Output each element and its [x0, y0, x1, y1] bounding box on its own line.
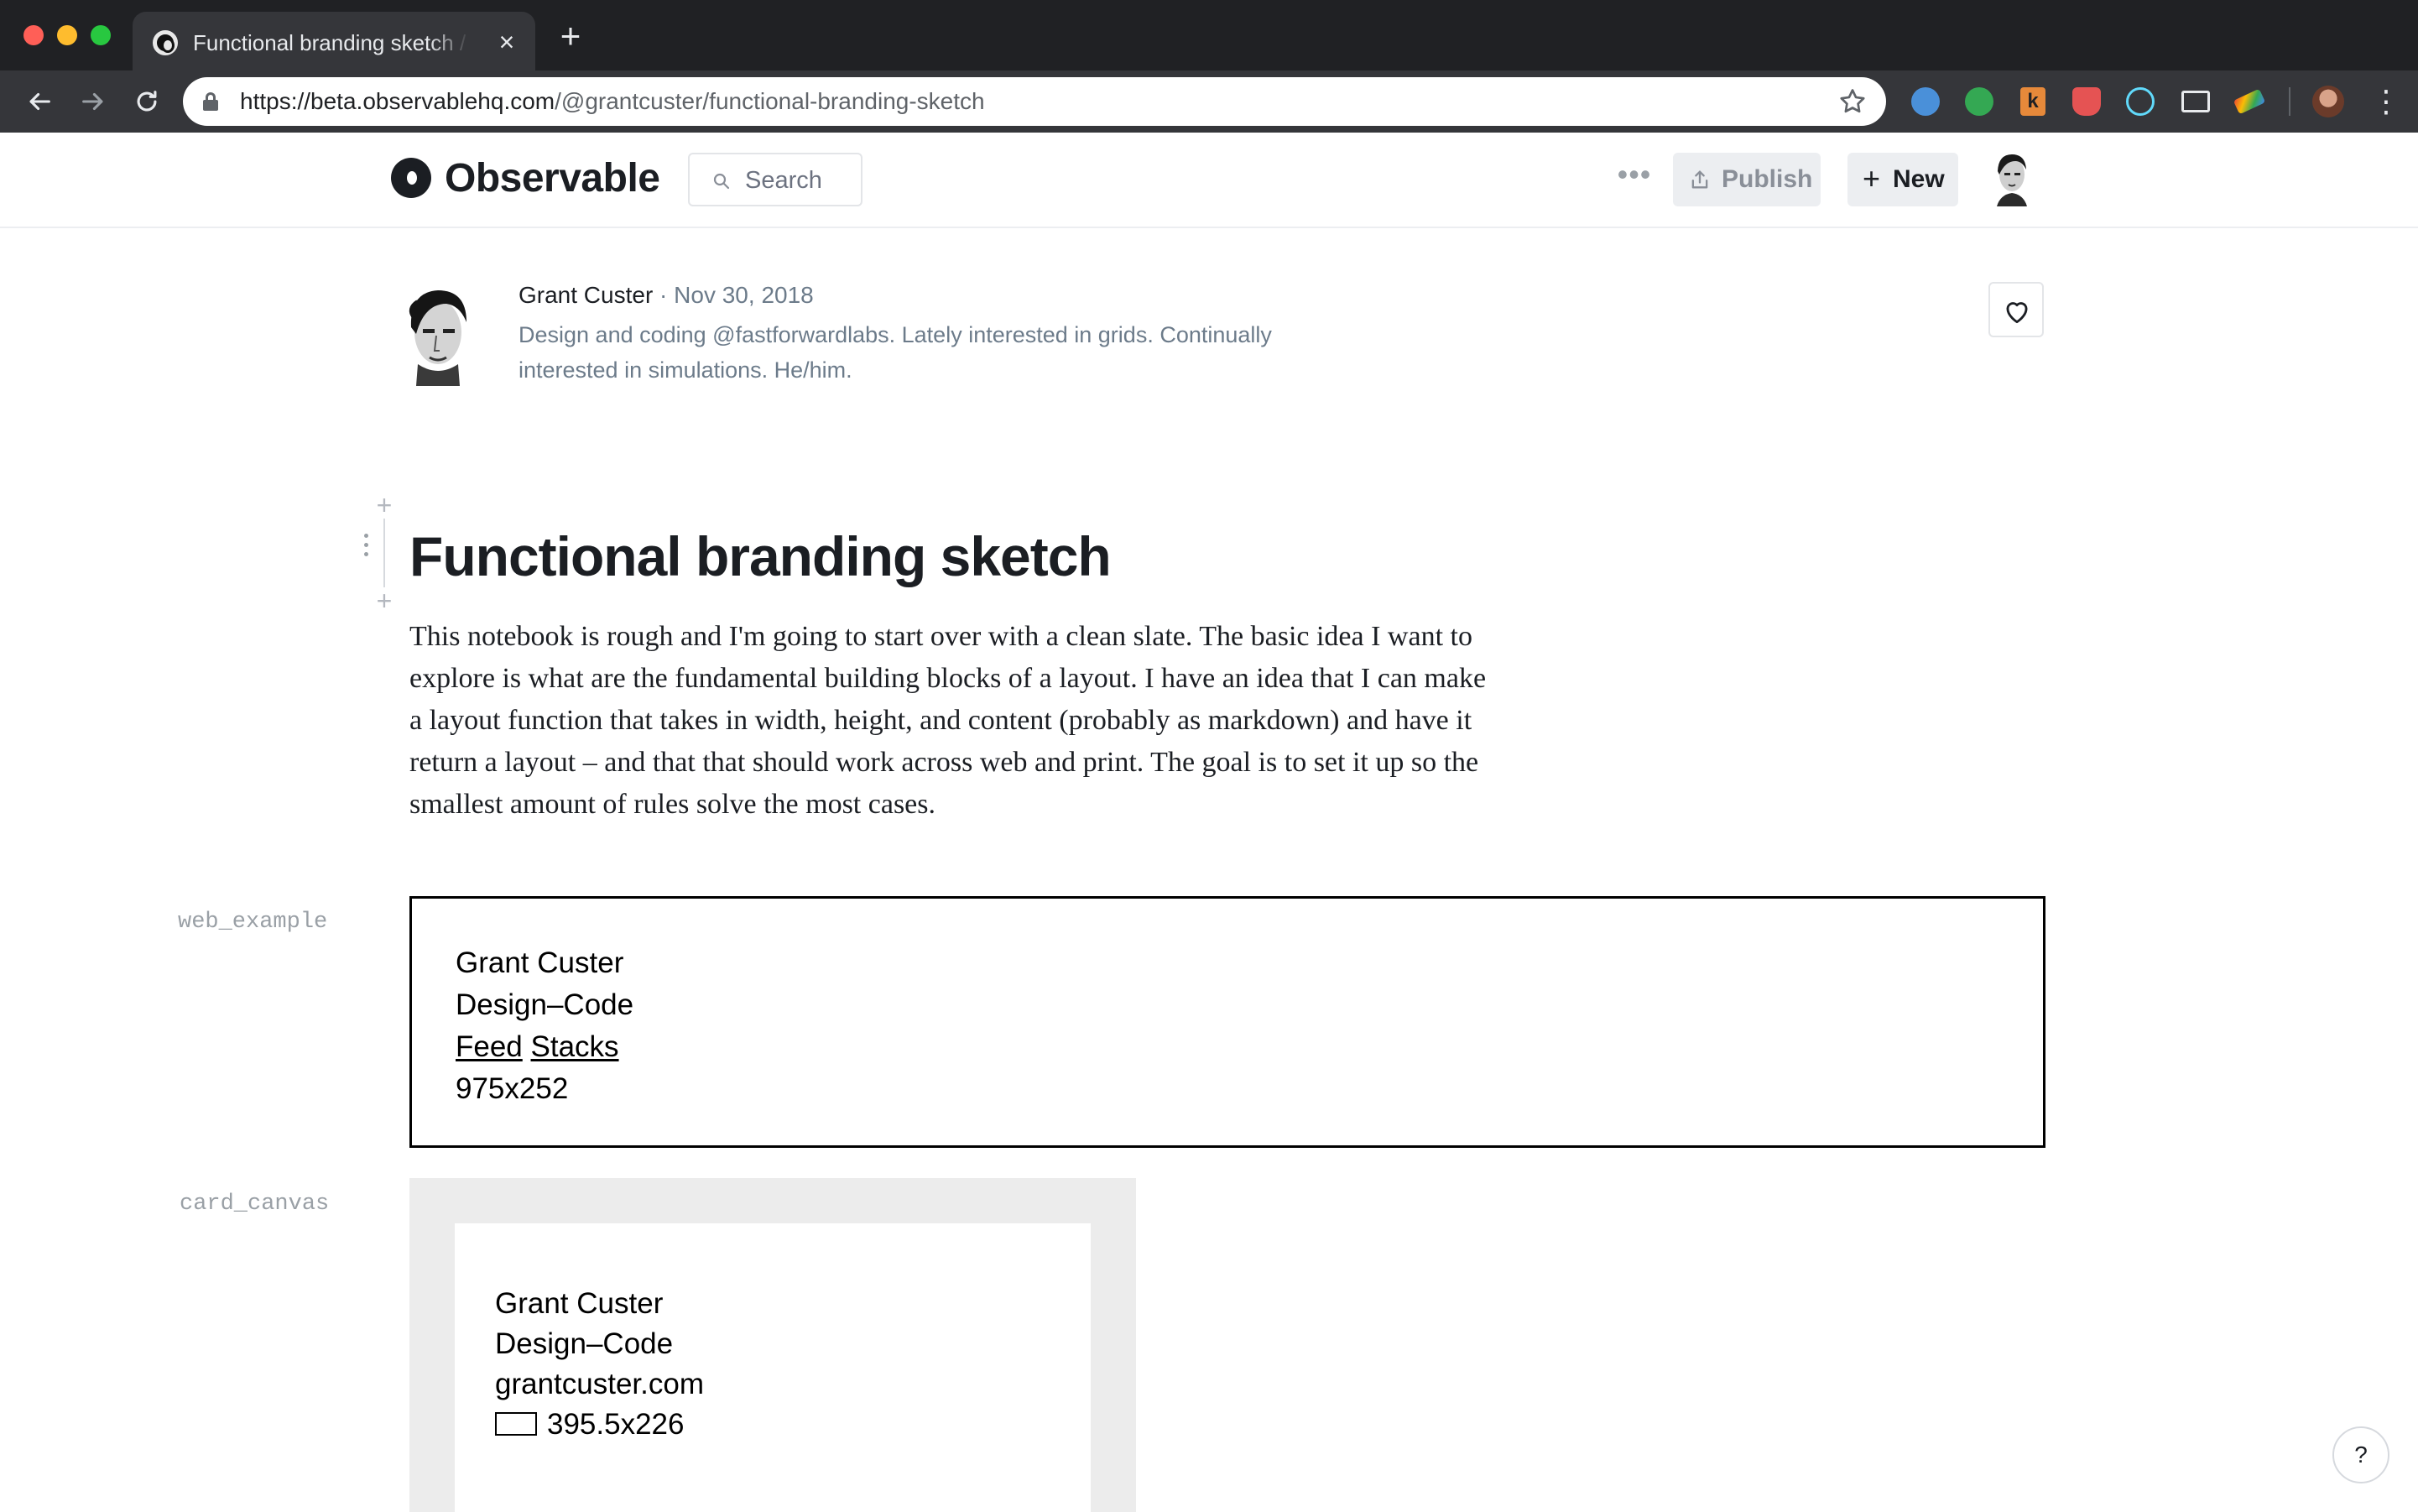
new-label: New — [1893, 165, 1945, 193]
user-avatar[interactable] — [1992, 149, 2032, 206]
observable-favicon-icon — [153, 30, 178, 55]
browser-menu-icon[interactable]: ⋮ — [2371, 86, 2401, 119]
help-button[interactable]: ? — [2332, 1426, 2389, 1483]
like-button[interactable] — [1988, 282, 2044, 337]
browser-tab-active[interactable]: Functional branding sketch / Observable … — [133, 12, 535, 70]
publish-button[interactable]: Publish — [1673, 153, 1821, 206]
site-header: Observable Search ••• Publish + New — [0, 133, 2418, 228]
more-horizontal-icon[interactable]: ••• — [1616, 158, 1653, 191]
card-size-row: 395.5x226 — [495, 1405, 704, 1445]
author-avatar[interactable] — [399, 284, 475, 386]
url-path: /@grantcuster/functional-branding-sketch — [555, 88, 985, 114]
search-button[interactable]: Search — [688, 153, 862, 206]
add-cell-below-icon[interactable]: + — [374, 587, 394, 614]
extension-shield-icon[interactable] — [2072, 87, 2101, 116]
card-size: 395.5x226 — [547, 1408, 685, 1441]
card-size-rect-icon — [495, 1412, 537, 1436]
extension-green-icon[interactable] — [1965, 87, 1993, 116]
extension-k-icon[interactable]: k — [2020, 87, 2045, 116]
card-canvas-output: Grant Custer Design–Code grantcuster.com… — [409, 1178, 1136, 1512]
cell-menu-icon[interactable] — [361, 534, 371, 564]
feed-link[interactable]: Feed — [456, 1030, 523, 1063]
arrow-right-icon — [82, 92, 103, 111]
author-name[interactable]: Grant Custer — [519, 282, 653, 308]
tab-title: Functional branding sketch / Observable — [193, 30, 470, 55]
add-cell-above-icon[interactable]: + — [374, 492, 394, 519]
new-tab-button[interactable]: + — [554, 18, 587, 54]
observable-logo-icon[interactable] — [391, 158, 431, 198]
plus-icon: + — [1863, 161, 1881, 196]
web-example-links: Feed Stacks — [456, 1026, 633, 1068]
author-bio: Design and coding @fastforwardlabs. Late… — [519, 322, 1272, 383]
cell-focus-line — [383, 519, 385, 587]
stacks-link[interactable]: Stacks — [531, 1030, 619, 1063]
back-button[interactable] — [20, 82, 59, 121]
web-example-name: Grant Custer — [456, 946, 624, 979]
url-host: https://beta.observablehq.com — [240, 88, 555, 114]
browser-toolbar: https://beta.observablehq.com/@grantcust… — [0, 70, 2418, 133]
author-byline: Grant Custer · Nov 30, 2018 — [519, 280, 814, 310]
url-text[interactable]: https://beta.observablehq.com/@grantcust… — [240, 87, 985, 116]
notebook-title: Functional branding sketch — [409, 525, 1112, 587]
card-name: Grant Custer — [495, 1287, 664, 1320]
forward-button[interactable] — [74, 82, 112, 121]
new-notebook-button[interactable]: + New — [1847, 153, 1958, 206]
extension-color-icon[interactable] — [2233, 88, 2266, 115]
reload-button[interactable] — [128, 82, 166, 121]
cell-name-web-example: web_example — [178, 910, 328, 935]
extension-pip-icon[interactable] — [2181, 91, 2210, 112]
cell-name-card-canvas: card_canvas — [180, 1191, 330, 1217]
extension-react-icon[interactable] — [2126, 87, 2155, 116]
maximize-window-button[interactable] — [91, 25, 111, 45]
browser-window-chrome: Functional branding sketch / Observable … — [0, 0, 2418, 133]
publish-label: Publish — [1722, 165, 1813, 193]
address-bar[interactable]: https://beta.observablehq.com/@grantcust… — [183, 77, 1886, 126]
site-logo-text[interactable]: Observable — [445, 154, 660, 203]
heart-icon — [2006, 302, 2028, 324]
toolbar-divider — [2289, 87, 2290, 116]
arrow-left-icon — [29, 92, 50, 111]
upload-icon — [1691, 170, 1708, 189]
star-icon[interactable] — [1837, 86, 1868, 117]
card-tagline: Design–Code — [495, 1327, 674, 1360]
search-label: Search — [745, 167, 822, 194]
web-example-output: Grant Custer Design–Code Feed Stacks 975… — [409, 896, 2045, 1148]
web-example-tagline: Design–Code — [456, 988, 634, 1021]
extension-compass-icon[interactable] — [1911, 87, 1940, 116]
card-site: grantcuster.com — [495, 1368, 704, 1400]
tab-strip: Functional branding sketch / Observable … — [0, 0, 2418, 70]
tab-close-icon[interactable]: × — [492, 27, 522, 57]
business-card: Grant Custer Design–Code grantcuster.com… — [455, 1223, 1091, 1512]
close-window-button[interactable] — [23, 25, 44, 45]
search-icon — [713, 173, 730, 190]
notebook-intro: This notebook is rough and I'm going to … — [409, 621, 1487, 820]
reload-icon — [137, 91, 157, 112]
minimize-window-button[interactable] — [57, 25, 77, 45]
web-example-size: 975x252 — [456, 1072, 569, 1105]
browser-profile-avatar[interactable] — [2312, 86, 2344, 117]
lock-icon[interactable] — [203, 92, 218, 111]
publish-date: · Nov 30, 2018 — [653, 282, 814, 308]
